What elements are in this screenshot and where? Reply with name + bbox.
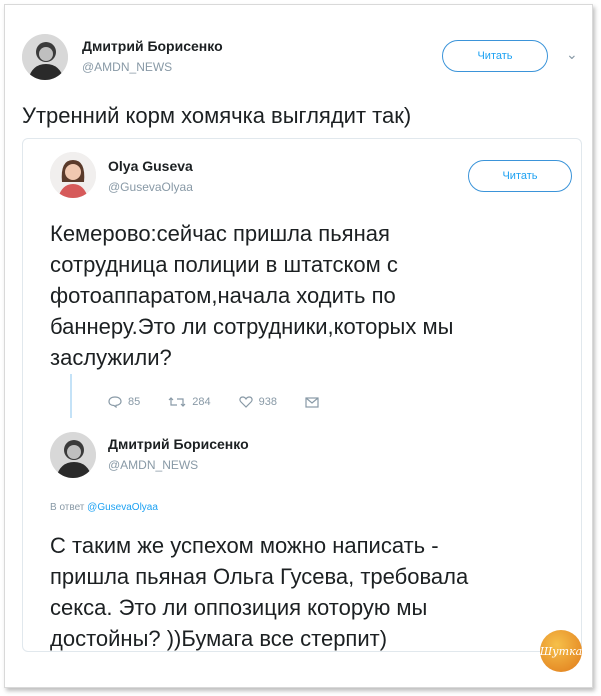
svg-text:Шутка: Шутка [540,645,582,658]
retweet-action[interactable]: 284 [168,396,211,408]
heart-icon [238,396,253,408]
text-line: пришла пьяная Ольга Гусева, требовала [50,564,469,589]
reply-to-label: В ответ @GusevaOlyaa [50,502,158,513]
text-line: фотоаппаратом,начала ходить по [50,283,396,308]
follow-button[interactable]: Читать [442,40,548,72]
author-handle[interactable]: @AMDN_NEWS [82,60,172,74]
reply-avatar[interactable] [50,432,96,478]
reply-to-prefix: В ответ [50,502,85,513]
quoted-avatar[interactable] [50,152,96,198]
author-photo-icon [22,34,68,80]
author-photo-icon [50,432,96,478]
thread-connector [70,374,72,418]
text-line: заслужили? [50,345,172,370]
text-line: Кемерово:сейчас пришла пьяная [50,221,390,246]
reply-to-handle-link[interactable]: @GusevaOlyaa [87,502,158,513]
avatar[interactable] [22,34,68,80]
reply-count: 85 [128,396,141,408]
reply-icon [108,396,122,408]
text-line: сотрудница полиции в штатском с [50,252,398,277]
text-line: секса. Это ли оппозиция которую мы [50,595,428,620]
reply-text: С таким же успехом можно написать - приш… [50,530,468,654]
text-line: достойны? ))Бумага все стерпит) [50,626,388,651]
reply-action[interactable]: 85 [108,396,140,408]
quoted-author-handle[interactable]: @GusevaOlyaa [108,180,193,194]
watermark-icon: Шутка [540,645,582,658]
retweet-icon [168,397,186,407]
message-action[interactable] [305,396,325,408]
like-count: 938 [258,396,277,408]
quoted-tweet-text: Кемерово:сейчас пришла пьяная сотрудница… [50,218,453,373]
author-photo-icon [50,152,96,198]
retweet-count: 284 [192,396,211,408]
tweet-actions: 85 284 938 [108,396,353,408]
watermark-logo: Шутка [540,630,582,672]
reply-author-name[interactable]: Дмитрий Борисенко [108,436,249,452]
author-name[interactable]: Дмитрий Борисенко [82,38,223,54]
quoted-author-name[interactable]: Olya Guseva [108,158,193,174]
like-action[interactable]: 938 [238,396,277,408]
chevron-down-icon[interactable]: ⌄ [566,46,578,63]
text-line: баннеру.Это ли сотрудники,которых мы [50,314,454,339]
envelope-icon [305,396,319,408]
reply-author-handle[interactable]: @AMDN_NEWS [108,458,198,472]
text-line: С таким же успехом можно написать - [50,533,439,558]
tweet-text: Утренний корм хомячка выглядит так) [22,103,412,128]
quoted-follow-button[interactable]: Читать [468,160,572,192]
